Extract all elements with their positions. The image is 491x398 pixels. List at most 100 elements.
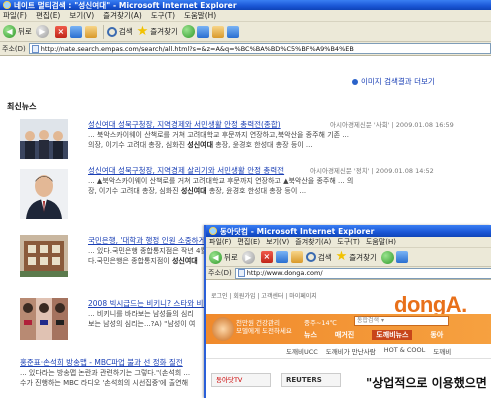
favorites-button[interactable]: ★ 즐겨찾기 — [336, 249, 377, 265]
menu-edit[interactable]: 편집(E) — [36, 10, 60, 21]
headline-quote[interactable]: "상업적으로 이용했으면 — [366, 374, 487, 391]
donga-address-url: http://www.donga.com/ — [246, 269, 323, 277]
promo-image[interactable] — [212, 317, 234, 341]
window-title: 네이트 멀티검색 : "성신여대" - Microsoft Internet E… — [14, 0, 237, 10]
latest-news-title: 최신뉴스 — [7, 102, 37, 111]
favorites-button[interactable]: ★ 즐겨찾기 — [137, 24, 178, 40]
subnav-more[interactable]: 도깨비 — [433, 346, 451, 356]
menu-file[interactable]: 파일(F) — [3, 10, 27, 21]
news-headline[interactable]: 국민은행, '대학과 행정 인원 소중하게' — [88, 235, 208, 246]
address-input[interactable]: http://nate.search.empas.com/search/all.… — [28, 43, 491, 54]
address-bar: 주소(D) http://nate.search.empas.com/searc… — [0, 42, 491, 56]
menu-favorites[interactable]: 즐겨찾기(A) — [295, 237, 331, 247]
news-snippet-line1: ... 있다라는 방송맵 논란과 관련하기는 그렇다."(손석희 ... — [20, 369, 191, 377]
search-icon — [305, 252, 316, 262]
donga-search-input[interactable]: 통합검색 ▾ — [354, 316, 449, 326]
back-button[interactable]: ◀ 뒤로 — [3, 24, 32, 40]
print-icon[interactable] — [226, 25, 239, 38]
search-button[interactable]: 검색 — [305, 249, 332, 265]
nav-magazine[interactable]: 매거진 — [335, 330, 354, 340]
back-arrow-icon: ◀ — [3, 25, 16, 38]
forward-arrow-icon: ▶ — [35, 25, 49, 38]
news-snippet-line2: 다.국민은행은 종합통지점이 성신여대 — [88, 257, 198, 265]
news-snippet-line2: 의장, 이기수 고려대 총장, 심화진 성신여대 총장, 윤경호 한성대 총장 … — [88, 141, 313, 149]
news-headline[interactable]: 2008 빅시급드는 비키니? 스타와 비키 — [88, 298, 210, 309]
donga-browser-window[interactable]: 동아닷컴 - Microsoft Internet Explorer 파일(F)… — [204, 225, 491, 398]
page-icon — [31, 44, 39, 53]
main-toolbar: ◀ 뒤로 ▶ × 검색 ★ 즐겨찾기 — [0, 22, 491, 42]
news-headline[interactable]: 성신여대 성북구청장, 지역경제와 서민생활 안정 총력전(종합) — [88, 119, 281, 130]
menu-view[interactable]: 보기(V) — [266, 237, 289, 247]
news-thumbnail[interactable] — [20, 169, 68, 219]
search-label: 검색 — [118, 27, 133, 36]
favorites-star-icon: ★ — [335, 249, 348, 264]
news-source: 아시아경제신문 '사회' | 2009.01.08 16:59 — [330, 121, 454, 129]
subnav-people[interactable]: 도깨비가 만난사람 — [326, 346, 376, 356]
menu-edit[interactable]: 편집(E) — [237, 237, 260, 247]
menu-file[interactable]: 파일(F) — [209, 237, 231, 247]
main-title-bar: 네이트 멀티검색 : "성신여대" - Microsoft Internet E… — [0, 0, 491, 10]
favorites-label: 즐겨찾기 — [349, 252, 377, 262]
search-label: 검색 — [317, 252, 332, 262]
news-thumbnail[interactable] — [20, 298, 68, 340]
home-icon[interactable] — [290, 251, 303, 263]
image-more-label: 이미지 검색결과 더보기 — [361, 77, 435, 86]
menu-tools[interactable]: 도구(T) — [151, 10, 175, 21]
nav-donga[interactable]: 동아 — [430, 330, 443, 340]
history-icon[interactable] — [395, 251, 408, 263]
forward-button[interactable]: ▶ — [241, 249, 257, 265]
bullet-icon — [352, 78, 358, 85]
weather-info: 중주~14℃ — [304, 319, 337, 327]
search-button[interactable]: 검색 — [106, 24, 133, 40]
donga-sub-nav: 도깨비UCC 도깨비가 만난사람 HOT & COOL 도깨비 — [286, 346, 459, 356]
donga-toolbar: ◀ 뒤로 ▶ × 검색 ★ 즐겨찾기 — [206, 248, 491, 267]
mail-icon[interactable] — [211, 25, 224, 38]
back-button[interactable]: ◀ 뒤로 — [209, 249, 238, 265]
forward-button[interactable]: ▶ — [35, 24, 51, 40]
donga-title-bar[interactable]: 동아닷컴 - Microsoft Internet Explorer — [206, 225, 491, 237]
donga-top-links[interactable]: 로그인 | 회원가입 | 고객센터 | 마이페이지 — [211, 291, 317, 300]
refresh-icon[interactable] — [69, 25, 82, 38]
donga-orange-band: 천만원 건강관리 모델에게 도전하세요 중주~14℃ 통합검색 ▾ 뉴스 매거진… — [206, 314, 491, 344]
menu-help[interactable]: 도움말(H) — [184, 10, 216, 21]
news-headline[interactable]: 홍준표·손석희 방송맵 - MBC파업 불과 선 정화 질전 — [20, 357, 183, 368]
donga-address-input[interactable]: http://www.donga.com/ — [234, 267, 491, 279]
donga-promo[interactable]: 천만원 건강관리 모델에게 도전하세요 — [236, 319, 292, 335]
stop-icon[interactable]: × — [54, 25, 67, 38]
menu-favorites[interactable]: 즐겨찾기(A) — [103, 10, 142, 21]
donga-page-content: 로그인 | 회원가입 | 고객센터 | 마이페이지 dongA. 천만원 건강관… — [206, 280, 491, 398]
donga-address-bar: 주소(D) http://www.donga.com/ — [206, 267, 491, 280]
address-label: 주소(D) — [2, 44, 26, 53]
image-more-link[interactable]: 이미지 검색결과 더보기 — [352, 76, 435, 87]
news-thumbnail[interactable] — [20, 119, 68, 159]
history-icon[interactable] — [196, 25, 209, 38]
subnav-ucc[interactable]: 도깨비UCC — [286, 346, 318, 356]
refresh-icon[interactable] — [275, 251, 288, 263]
stop-icon[interactable]: × — [260, 251, 273, 263]
news-headline[interactable]: 성신여대 성북구청장, 지역경제 살리기와 서민생활 안정 총력전 — [88, 165, 284, 176]
news-item: 성신여대 성북구청장, 지역경제 살리기와 서민생활 안정 총력전 아시아경제신… — [20, 165, 490, 221]
ie-logo-icon — [209, 227, 217, 235]
home-icon[interactable] — [84, 25, 97, 38]
menu-view[interactable]: 보기(V) — [69, 10, 94, 21]
news-thumbnail[interactable] — [20, 235, 68, 277]
media-icon[interactable] — [380, 250, 394, 264]
news-snippet-line2: 장, 이기수 고려대 총장, 심화진 성신여대 총장, 윤경호 한성대 총장 등… — [88, 187, 307, 195]
nav-dokkaebi-news[interactable]: 도깨비뉴스 — [372, 330, 413, 340]
favorites-star-icon: ★ — [136, 23, 149, 39]
news-snippet-line1: ... 비키니를 바라보는 남성들의 심리 — [88, 310, 194, 318]
news-snippet-line2: 수가 진행하는 MBC 라디오 '손석희의 시선집중'에 출연해 — [20, 379, 189, 387]
news-snippet-line1: ... 있다.국민은행 종합통지점은 작년 4월 — [88, 247, 207, 255]
forward-arrow-icon: ▶ — [241, 250, 255, 264]
divider — [206, 358, 491, 359]
reuters-button[interactable]: REUTERS — [281, 373, 341, 387]
nav-news[interactable]: 뉴스 — [304, 330, 317, 340]
donga-tv-button[interactable]: 동아닷TV — [211, 373, 271, 387]
toolbar-separator — [102, 24, 104, 39]
news-item: 성신여대 성북구청장, 지역경제와 서민생활 안정 총력전(종합) 아시아경제신… — [20, 119, 490, 165]
menu-tools[interactable]: 도구(T) — [337, 237, 360, 247]
main-menu-bar: 파일(F) 편집(E) 보기(V) 즐겨찾기(A) 도구(T) 도움말(H) — [0, 10, 491, 22]
menu-help[interactable]: 도움말(H) — [366, 237, 396, 247]
subnav-hot-cool[interactable]: HOT & COOL — [384, 346, 426, 356]
media-icon[interactable] — [181, 25, 195, 38]
